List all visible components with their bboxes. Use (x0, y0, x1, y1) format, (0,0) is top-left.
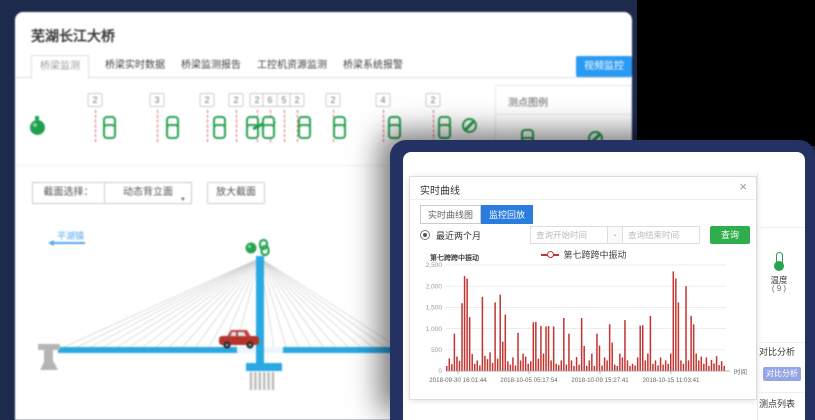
sensor-drop-line (433, 110, 434, 142)
svg-text:1,500: 1,500 (426, 305, 443, 312)
chain-icon[interactable] (388, 116, 398, 136)
bridge-pylon (256, 256, 264, 364)
dropdown-value: 动态背立面 (123, 187, 173, 198)
chain-icon[interactable] (333, 116, 343, 136)
screen-black-region (637, 0, 815, 146)
modal-header-divider (410, 199, 756, 200)
sensor-count-badge: 3 (149, 93, 164, 107)
pylon-footing (246, 363, 282, 371)
modal-title: 实时曲线 (420, 182, 460, 197)
chain-icon[interactable] (298, 116, 308, 136)
chain-icon[interactable] (438, 116, 448, 136)
compare-analysis-button[interactable]: 对比分析 (763, 367, 801, 381)
sensor-count-badge: 2 (325, 93, 340, 107)
svg-text:第七跨跨中振动: 第七跨跨中振动 (430, 253, 479, 262)
sensor-count-badge: 6 (262, 93, 277, 107)
svg-text:2018-10-15 11:03:41: 2018-10-15 11:03:41 (643, 377, 701, 384)
svg-text:2018-10-09 15:27:41: 2018-10-09 15:27:41 (571, 377, 629, 384)
sensor-count-badge: 2 (228, 93, 243, 107)
sensor-drop-line (207, 110, 208, 142)
sensor-drop-line (236, 110, 237, 142)
svg-text:1,000: 1,000 (426, 326, 443, 333)
thermometer-icon[interactable] (773, 252, 787, 272)
chevron-down-icon: ▼ (180, 190, 186, 210)
pylon-piles (251, 372, 273, 390)
point-list-label: 测点列表 (759, 397, 795, 410)
svg-text:2,500: 2,500 (426, 262, 443, 269)
sidebar-section-divider (757, 342, 805, 343)
car (219, 330, 259, 349)
no-entry-icon[interactable] (462, 118, 477, 133)
sidebar-section-divider (757, 392, 805, 393)
sensor-count-badge: 2 (199, 93, 214, 107)
chain-icon[interactable] (166, 116, 176, 136)
sensor-drop-line (157, 110, 158, 142)
sensor-count-badge: 2 (289, 93, 304, 107)
query-start-time-input[interactable] (530, 226, 608, 244)
modal-tab-group: 实时曲线图监控回放 (420, 205, 533, 224)
gauge-icon[interactable] (30, 120, 45, 135)
sidebar-section-divider (757, 227, 805, 228)
temperature-count: ( 9 ) (757, 284, 801, 293)
modal-tab-1[interactable]: 监控回放 (481, 205, 533, 224)
sensor-count-badge: 2 (87, 93, 102, 107)
vibration-chart: 第七跨跨中振动 0 500 1,000 1,500 2,000 2,500 2018-09-3… (416, 251, 756, 397)
svg-text:2018-10-05 05:17:54: 2018-10-05 05:17:54 (500, 377, 558, 384)
svg-text:0: 0 (438, 368, 442, 375)
overlay-window-content: 实时曲线 × 实时曲线图监控回放 最近两个月 - 查询 第七跨跨中振动 第七跨跨… (403, 152, 805, 420)
svg-text:2018-09-30 16:01:44: 2018-09-30 16:01:44 (429, 377, 487, 384)
legend-panel-divider (496, 114, 632, 115)
close-icon[interactable]: × (739, 179, 747, 194)
bridge-abutment (38, 344, 60, 370)
compare-section-label: 对比分析 (759, 345, 795, 358)
recent-two-months-radio[interactable] (420, 230, 430, 240)
svg-text:2,000: 2,000 (426, 283, 443, 290)
sensor-count-badge: 4 (375, 93, 390, 107)
overlay-window: 实时曲线 × 实时曲线图监控回放 最近两个月 - 查询 第七跨跨中振动 第七跨跨… (390, 140, 815, 420)
time-range-separator: - (608, 226, 622, 244)
realtime-curve-modal: 实时曲线 × 实时曲线图监控回放 最近两个月 - 查询 第七跨跨中振动 第七跨跨… (409, 176, 757, 400)
sensor-drop-line (284, 110, 285, 142)
radio-label: 最近两个月 (436, 229, 481, 242)
pylon-sensor-icons[interactable] (246, 240, 269, 255)
chain-icon[interactable] (103, 116, 113, 136)
sensor-count-badge: 2 (425, 93, 440, 107)
svg-text:500: 500 (431, 347, 442, 354)
search-button[interactable]: 查询 (710, 226, 750, 244)
chain-icon[interactable] (213, 116, 223, 136)
query-end-time-input[interactable] (622, 226, 700, 244)
legend-panel-title: 测点图例 (508, 94, 548, 109)
sensor-drop-line (383, 110, 384, 142)
section-view-dropdown[interactable]: 动态背立面 ▼ (104, 182, 192, 204)
sidebar-divider (757, 172, 758, 420)
zoom-section-button[interactable]: 放大截面 (207, 182, 265, 204)
section-select-label: 截面选择： (32, 182, 104, 204)
modal-tab-0[interactable]: 实时曲线图 (420, 205, 481, 224)
sensor-drop-line (95, 110, 96, 142)
bridge-diagram (30, 238, 410, 408)
chain-icon[interactable] (262, 116, 272, 136)
svg-text:时间: 时间 (734, 367, 747, 376)
bridge-deck (58, 347, 408, 353)
